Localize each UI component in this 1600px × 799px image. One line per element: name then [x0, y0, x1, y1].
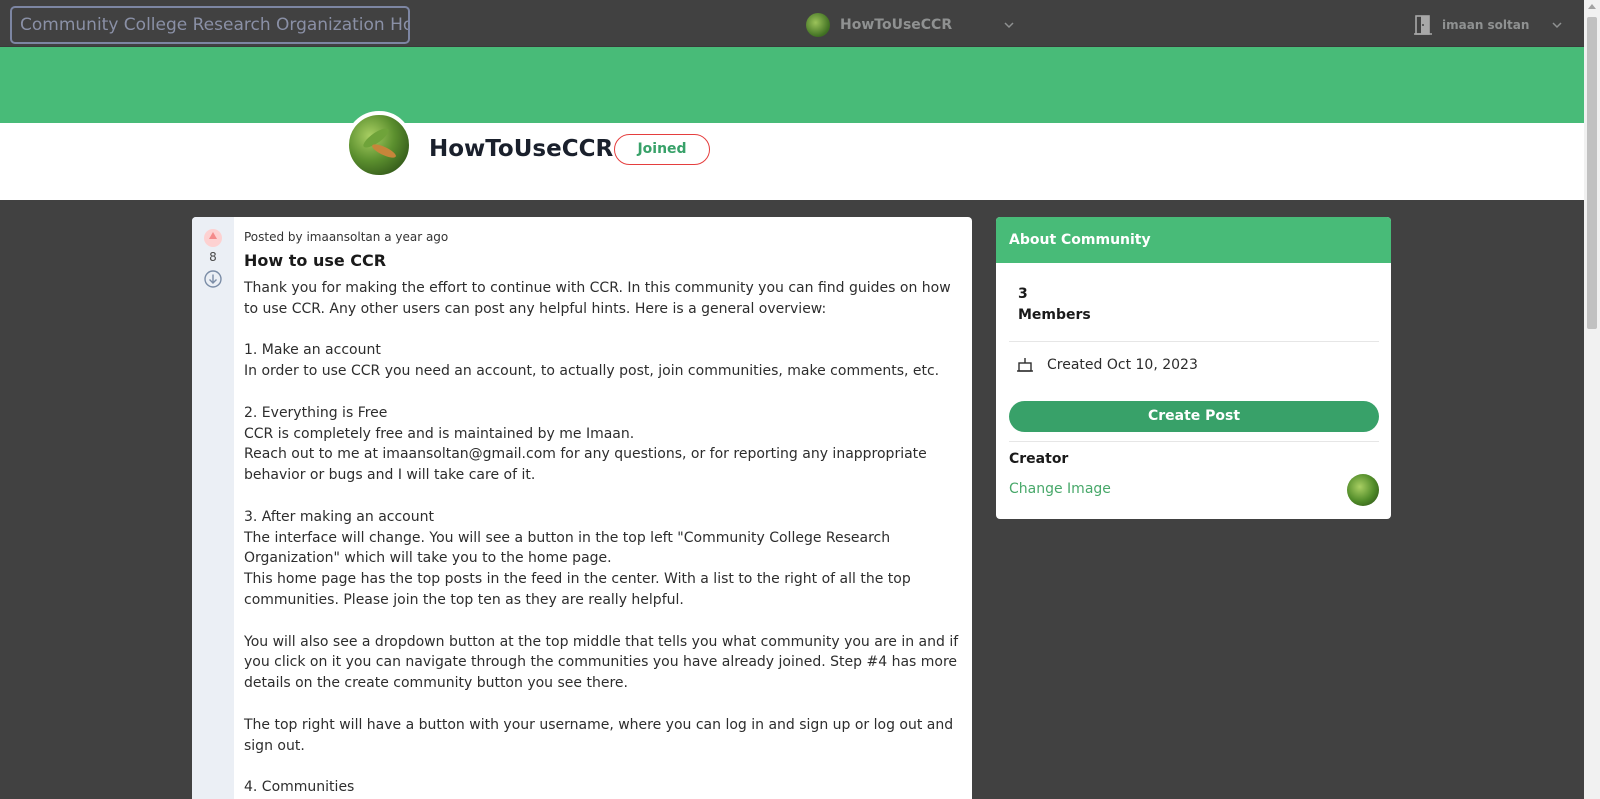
divider: [1009, 341, 1379, 342]
cake-icon: [1017, 358, 1033, 372]
post-meta: Posted by imaansoltan a year ago: [244, 230, 449, 244]
post-title[interactable]: How to use CCR: [244, 251, 964, 270]
member-stats: 3 Members: [1018, 284, 1091, 326]
page-scrollbar[interactable]: [1584, 0, 1600, 799]
community-avatar-icon: [806, 13, 830, 37]
vote-count: 8: [209, 250, 217, 264]
vote-column: 8: [192, 217, 234, 799]
scroll-up-arrow[interactable]: [1588, 4, 1596, 9]
creator-label: Creator: [1009, 451, 1069, 467]
scrollbar-thumb[interactable]: [1587, 17, 1597, 329]
divider: [1009, 441, 1379, 442]
chevron-down-icon: [1004, 22, 1014, 29]
member-count: 3: [1018, 286, 1028, 302]
leaf-graphic: [370, 141, 398, 161]
upvote-icon[interactable]: [204, 229, 222, 247]
change-image-link[interactable]: Change Image: [1009, 481, 1111, 497]
joined-button[interactable]: Joined: [614, 134, 710, 165]
post-card: 8 Posted by imaansoltan a year ago How t…: [192, 217, 972, 799]
community-avatar: [345, 111, 413, 179]
members-label: Members: [1018, 307, 1091, 323]
home-button[interactable]: Community College Research Organization …: [10, 6, 410, 44]
top-navigation-bar: Community College Research Organization …: [0, 0, 1584, 47]
created-date: Created Oct 10, 2023: [1047, 357, 1198, 373]
creator-avatar-icon[interactable]: [1347, 474, 1379, 506]
create-post-button[interactable]: Create Post: [1009, 401, 1379, 432]
about-community-header: About Community: [996, 217, 1391, 263]
user-menu-dropdown[interactable]: imaan soltan: [1412, 12, 1564, 38]
community-header: [0, 123, 1584, 200]
created-date-row: Created Oct 10, 2023: [1016, 356, 1198, 374]
community-dropdown-label: HowToUseCCR: [840, 17, 953, 33]
username-label: imaan soltan: [1442, 18, 1530, 32]
community-banner: [0, 47, 1584, 123]
post-content[interactable]: Posted by imaansoltan a year ago How to …: [244, 230, 964, 798]
community-title: HowToUseCCR: [429, 136, 614, 162]
about-community-card: About Community 3 Members Created Oct 10…: [996, 217, 1391, 519]
community-dropdown[interactable]: HowToUseCCR: [806, 12, 1016, 38]
downvote-icon[interactable]: [204, 270, 222, 288]
post-body-text: Thank you for making the effort to conti…: [244, 280, 959, 796]
chevron-down-icon: [1552, 22, 1562, 29]
door-icon: [1414, 15, 1432, 35]
